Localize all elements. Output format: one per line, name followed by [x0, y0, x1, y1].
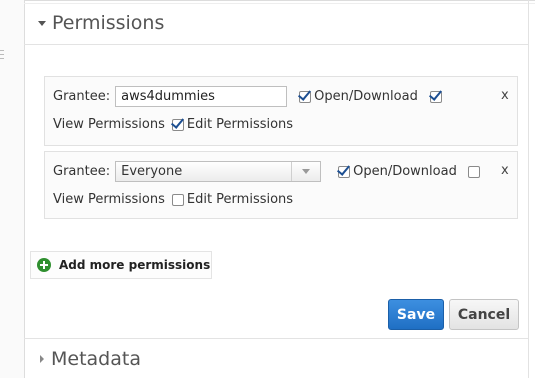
- view-permissions-checkbox[interactable]: [467, 165, 480, 178]
- grantee-input[interactable]: aws4dummies: [115, 86, 288, 107]
- chevron-down-icon: [302, 169, 311, 174]
- grant-panel-everyone: Grantee: Everyone Open/Download x View P…: [44, 151, 518, 219]
- view-permissions-checkbox[interactable]: [429, 90, 442, 103]
- plus-circle-icon: [37, 258, 51, 272]
- permissions-title: Permissions: [52, 12, 165, 34]
- grant-panel-aws4dummies: Grantee: aws4dummies Open/Download x Vie…: [44, 76, 518, 146]
- caret-right-icon: [40, 355, 44, 363]
- grantee-select-value: Everyone: [121, 164, 183, 179]
- edit-permissions-label: Edit Permissions: [186, 117, 294, 132]
- edit-permissions-checkbox[interactable]: [171, 118, 184, 131]
- grant-row-bottom: View Permissions Edit Permissions: [53, 192, 293, 207]
- page-frame: [0, 0, 25, 378]
- open-download-checkbox[interactable]: [338, 165, 351, 178]
- add-more-permissions-button[interactable]: Add more permissions: [30, 251, 212, 279]
- permissions-section-header[interactable]: Permissions: [24, 2, 528, 45]
- remove-grant-icon[interactable]: x: [501, 88, 509, 103]
- remove-grant-icon[interactable]: x: [501, 163, 509, 178]
- save-button[interactable]: Save: [388, 299, 444, 330]
- caret-down-icon: [38, 20, 46, 26]
- open-download-label: Open/Download: [353, 164, 457, 179]
- grant-row-top: Grantee: Everyone Open/Download: [53, 161, 483, 182]
- metadata-title: Metadata: [51, 348, 141, 370]
- metadata-section-header[interactable]: Metadata: [24, 338, 528, 379]
- edit-permissions-checkbox[interactable]: [171, 193, 184, 206]
- grantee-select[interactable]: Everyone: [115, 161, 322, 182]
- view-permissions-label: View Permissions: [53, 192, 165, 207]
- grant-row-top: Grantee: aws4dummies Open/Download: [53, 86, 445, 107]
- dropdown-arrow-box: [291, 162, 320, 181]
- drag-handle[interactable]: [0, 50, 5, 64]
- grant-row-bottom: View Permissions Edit Permissions: [53, 117, 293, 132]
- add-more-permissions-label: Add more permissions: [59, 258, 211, 272]
- cancel-button[interactable]: Cancel: [449, 299, 519, 330]
- view-permissions-label: View Permissions: [53, 117, 165, 132]
- open-download-checkbox[interactable]: [299, 90, 312, 103]
- edit-permissions-label: Edit Permissions: [186, 192, 294, 207]
- grantee-label: Grantee:: [53, 164, 111, 179]
- grantee-label: Grantee:: [53, 89, 111, 104]
- right-border: [528, 0, 529, 378]
- open-download-label: Open/Download: [314, 89, 418, 104]
